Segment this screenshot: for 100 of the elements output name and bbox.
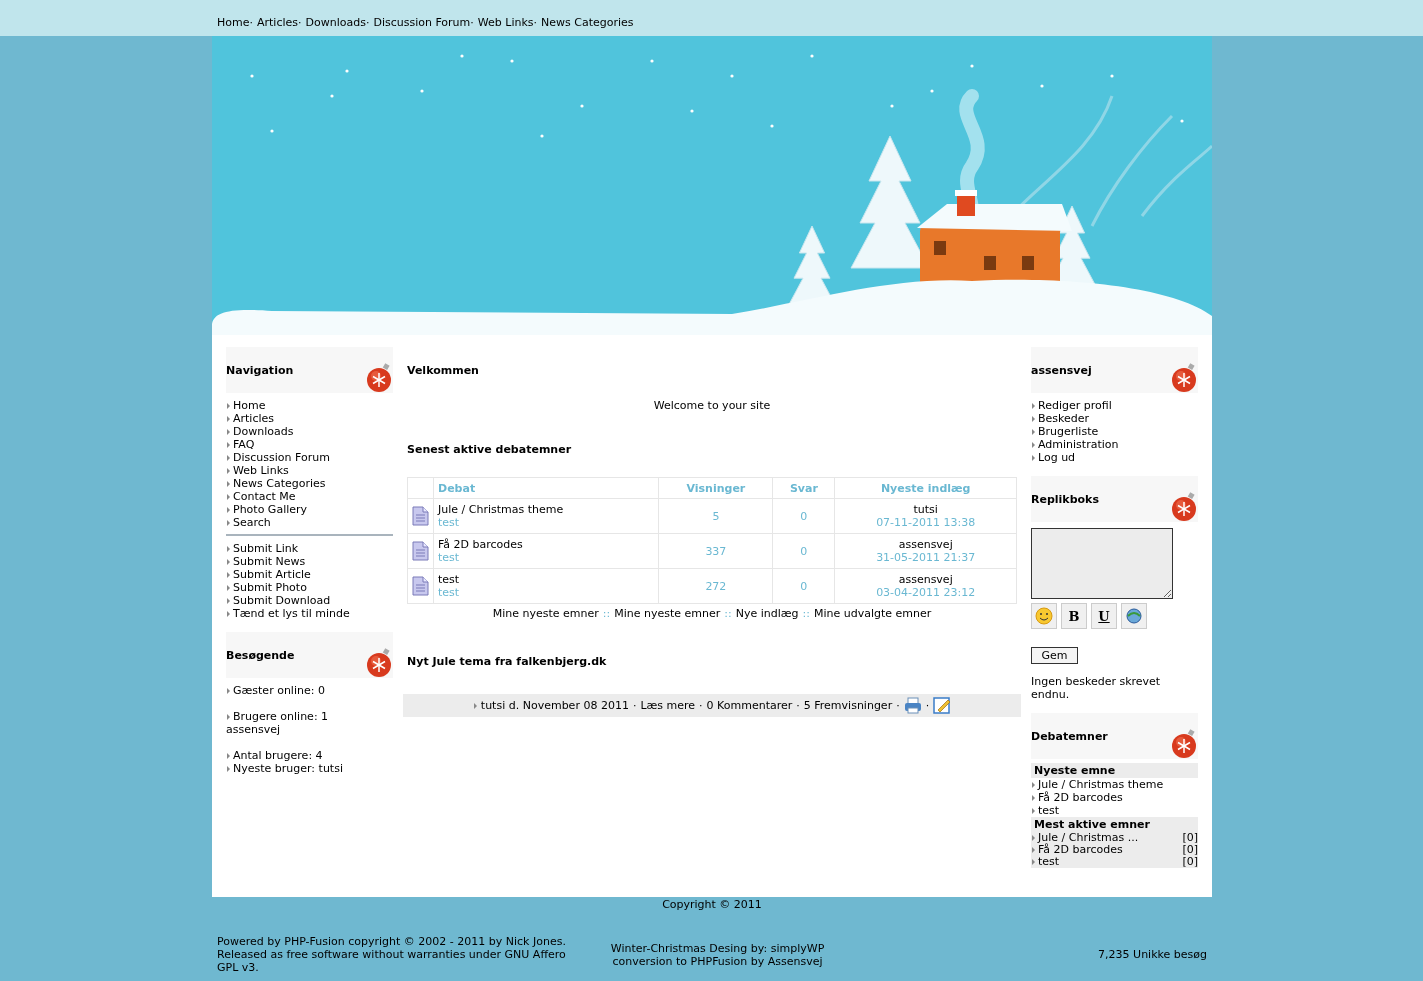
menu-link[interactable]: Submit News bbox=[233, 555, 306, 568]
column-header: Nyeste indlæg bbox=[880, 481, 971, 495]
menu-link[interactable]: Log ud bbox=[1038, 451, 1076, 464]
separator: · bbox=[896, 699, 900, 712]
user-link[interactable]: assensvej bbox=[839, 538, 1012, 551]
menu-link[interactable]: test bbox=[1038, 856, 1060, 868]
post-count: [0] bbox=[1182, 832, 1198, 844]
replies-count: 0 bbox=[800, 509, 808, 523]
menu-link[interactable]: Brugerliste bbox=[1038, 425, 1099, 438]
menu-link[interactable]: Få 2D barcodes bbox=[1038, 844, 1123, 856]
column-header: Visninger bbox=[686, 481, 746, 495]
nav-link[interactable]: Nye indlæg bbox=[735, 607, 799, 620]
menu-link[interactable]: Submit Article bbox=[233, 568, 311, 581]
topic-link[interactable]: test bbox=[438, 573, 655, 586]
topic-link[interactable]: Jule / Christmas theme bbox=[438, 503, 655, 516]
nav-link[interactable]: Downloads bbox=[305, 16, 366, 29]
separator: :: bbox=[802, 607, 810, 620]
document-icon bbox=[412, 506, 429, 526]
list-heading: Nyeste emne bbox=[1031, 763, 1198, 778]
menu-link[interactable]: Jule / Christmas ... bbox=[1038, 832, 1139, 844]
nav-link[interactable]: Mine nyeste emner bbox=[614, 607, 721, 620]
news-title: Nyt Jule tema fra falkenbjerg.dk bbox=[407, 655, 608, 668]
menu-link[interactable]: Administration bbox=[1038, 438, 1119, 451]
menu-link[interactable]: Search bbox=[233, 516, 271, 529]
menu-link[interactable]: Rediger profil bbox=[1038, 399, 1112, 412]
info-text: Antal brugere: 4 bbox=[233, 749, 323, 762]
nav-link[interactable]: Web Links bbox=[477, 16, 534, 29]
smiley-icon bbox=[1035, 607, 1053, 625]
menu-link[interactable]: Submit Link bbox=[233, 542, 299, 555]
replies-count: 0 bbox=[800, 544, 808, 558]
menu-link[interactable]: Beskeder bbox=[1038, 412, 1090, 425]
document-icon bbox=[412, 576, 429, 596]
menu-link[interactable]: Contact Me bbox=[233, 490, 296, 503]
menu-link[interactable]: Photo Gallery bbox=[233, 503, 308, 516]
section-title: Senest aktive debatemner bbox=[407, 443, 573, 456]
menu-link[interactable]: Få 2D barcodes bbox=[1038, 791, 1123, 804]
menu-link[interactable]: Downloads bbox=[233, 425, 294, 438]
separator: :: bbox=[602, 607, 611, 620]
post-count: [0] bbox=[1182, 856, 1198, 868]
menu-link[interactable]: Submit Photo bbox=[233, 581, 307, 594]
panel-title: Besøgende bbox=[226, 649, 295, 662]
copyright-text: Copyright © 2011 bbox=[661, 898, 763, 911]
link-button[interactable] bbox=[1121, 603, 1147, 629]
column-header: Svar bbox=[789, 481, 818, 495]
menu-link[interactable]: FAQ bbox=[233, 438, 255, 451]
menu-link[interactable]: Tænd et lys til minde bbox=[233, 607, 350, 620]
info-text: Brugere online: 1 bbox=[233, 710, 329, 723]
post-date: 31-05-2011 21:37 bbox=[875, 551, 977, 564]
credit-text: conversion to PHPFusion by Assensvej bbox=[611, 954, 824, 968]
topic-link[interactable]: Få 2D barcodes bbox=[438, 538, 655, 551]
menu-link[interactable]: Web Links bbox=[233, 464, 289, 477]
menu-link[interactable]: Submit Download bbox=[233, 594, 331, 607]
panel-title: assensvej bbox=[1031, 364, 1092, 377]
column-header: Debat bbox=[438, 481, 476, 495]
bold-button[interactable]: B bbox=[1061, 603, 1087, 629]
menu-link[interactable]: Home bbox=[233, 399, 266, 412]
bullet-arrow-icon bbox=[227, 687, 230, 694]
info-text: Gæster online: 0 bbox=[233, 684, 325, 697]
list-heading: Mest aktive emner bbox=[1031, 817, 1198, 832]
nav-link[interactable]: Articles bbox=[257, 16, 298, 29]
nav-link[interactable]: Mine udvalgte emner bbox=[813, 607, 932, 620]
post-count: [0] bbox=[1182, 844, 1198, 856]
info-text: Nyeste bruger: tutsi bbox=[233, 762, 343, 775]
views-count: 5 bbox=[712, 509, 720, 523]
section-title: Velkommen bbox=[407, 364, 480, 377]
separator: · bbox=[796, 699, 800, 712]
views-count: 272 bbox=[705, 579, 727, 593]
meta-text: 0 Kommentarer bbox=[706, 699, 793, 712]
panel-title: Navigation bbox=[226, 364, 294, 377]
user-link[interactable]: assensvej bbox=[839, 573, 1012, 586]
nav-link[interactable]: News Categories bbox=[541, 16, 634, 29]
credit-text: Winter-Christmas Desing by: simplyWP bbox=[610, 941, 825, 955]
nav-link[interactable]: Læs mere bbox=[640, 699, 696, 712]
post-date: 07-11-2011 13:38 bbox=[875, 516, 977, 529]
separator: :: bbox=[724, 607, 732, 620]
separator: · bbox=[925, 699, 930, 712]
message-field[interactable] bbox=[1031, 528, 1173, 599]
menu-link[interactable]: Jule / Christmas theme bbox=[1038, 778, 1164, 791]
menu-link[interactable]: News Categories bbox=[233, 477, 326, 490]
separator: · bbox=[470, 16, 474, 29]
menu-link[interactable]: Discussion Forum bbox=[233, 451, 330, 464]
post-date: 03-04-2011 23:12 bbox=[875, 586, 977, 599]
nav-link[interactable]: Mine nyeste emner bbox=[492, 607, 599, 620]
meta-text: tutsi d. November 08 2011 bbox=[480, 699, 629, 712]
separator: · bbox=[699, 699, 703, 712]
bullet-arrow-icon bbox=[227, 713, 230, 720]
menu-link[interactable]: test bbox=[1038, 804, 1060, 817]
meta-text: 5 Fremvisninger bbox=[803, 699, 893, 712]
document-icon bbox=[412, 541, 429, 561]
views-count: 337 bbox=[705, 544, 727, 558]
smiley-button[interactable] bbox=[1031, 603, 1057, 629]
separator: · bbox=[249, 16, 253, 29]
save-button[interactable]: Gem bbox=[1031, 647, 1078, 664]
underline-button[interactable]: U bbox=[1091, 603, 1117, 629]
menu-link[interactable]: Articles bbox=[233, 412, 275, 425]
user-link[interactable]: tutsi bbox=[839, 503, 1012, 516]
visit-counter: 7,235 Unikke besøg bbox=[1098, 948, 1207, 961]
replies-count: 0 bbox=[800, 579, 808, 593]
panel-title: Debatemner bbox=[1031, 730, 1108, 743]
panel-title: Replikboks bbox=[1031, 493, 1099, 506]
